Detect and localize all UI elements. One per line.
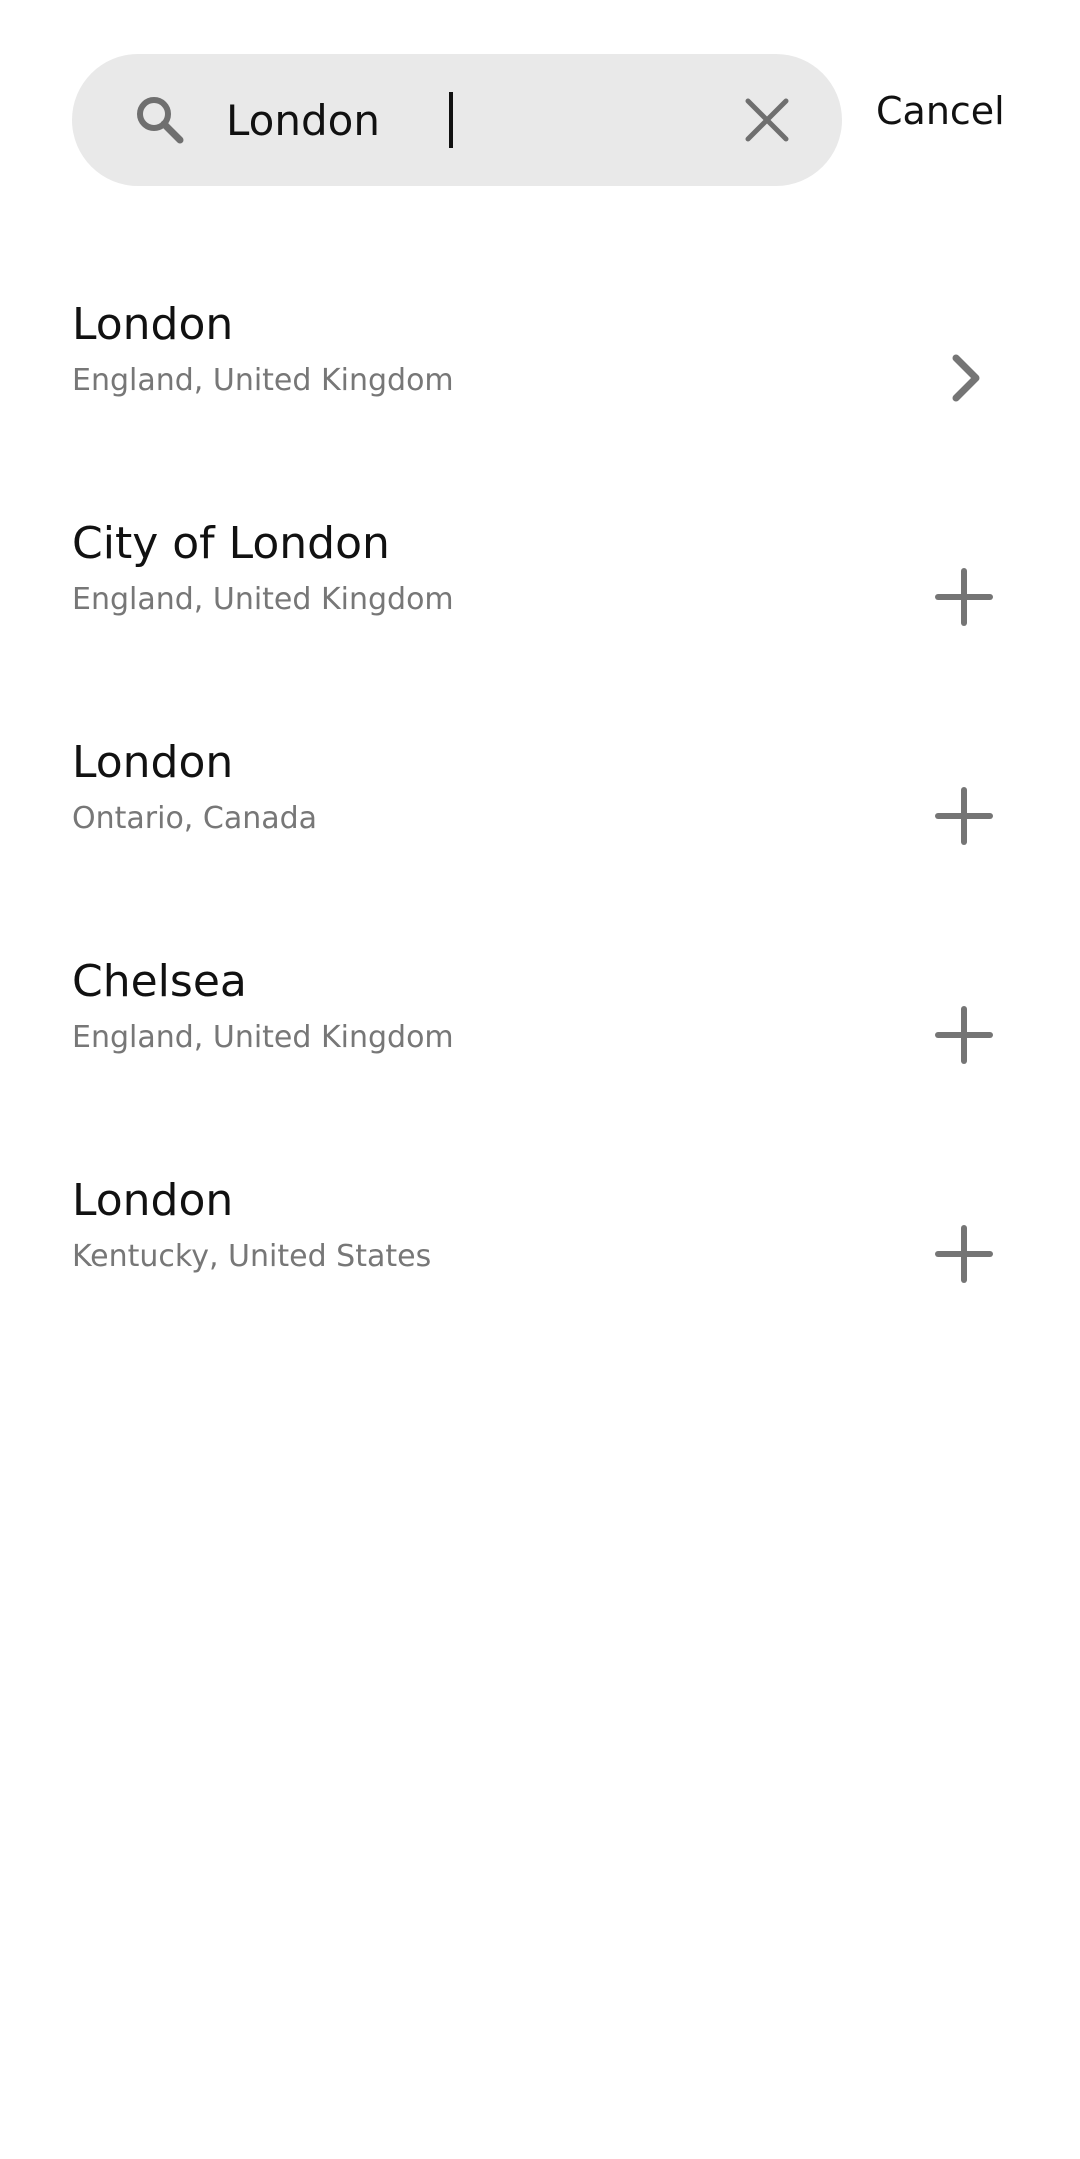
result-title: London — [72, 1175, 234, 1226]
result-title: Chelsea — [72, 956, 247, 1007]
plus-icon[interactable] — [934, 1005, 994, 1065]
result-item[interactable]: City of London England, United Kingdom — [0, 487, 1080, 706]
chevron-right-icon[interactable] — [934, 348, 994, 408]
result-title: London — [72, 737, 234, 788]
search-bar[interactable] — [72, 54, 842, 186]
plus-icon[interactable] — [934, 1224, 994, 1284]
search-results-list: London England, United Kingdom City of L… — [0, 268, 1080, 1363]
plus-icon[interactable] — [934, 786, 994, 846]
result-subtitle: Kentucky, United States — [72, 1239, 432, 1274]
result-title: London — [72, 299, 234, 350]
result-item[interactable]: Chelsea England, United Kingdom — [0, 925, 1080, 1144]
result-item[interactable]: London Kentucky, United States — [0, 1144, 1080, 1363]
result-subtitle: England, United Kingdom — [72, 1020, 454, 1055]
result-title: City of London — [72, 518, 390, 569]
close-icon[interactable] — [742, 95, 792, 145]
result-item[interactable]: London Ontario, Canada — [0, 706, 1080, 925]
search-icon — [137, 97, 184, 144]
result-subtitle: Ontario, Canada — [72, 801, 318, 836]
text-cursor — [449, 92, 453, 148]
cancel-button[interactable]: Cancel — [876, 92, 1005, 130]
search-input[interactable] — [226, 80, 686, 160]
result-subtitle: England, United Kingdom — [72, 363, 454, 398]
result-item[interactable]: London England, United Kingdom — [0, 268, 1080, 487]
plus-icon[interactable] — [934, 567, 994, 627]
result-subtitle: England, United Kingdom — [72, 582, 454, 617]
